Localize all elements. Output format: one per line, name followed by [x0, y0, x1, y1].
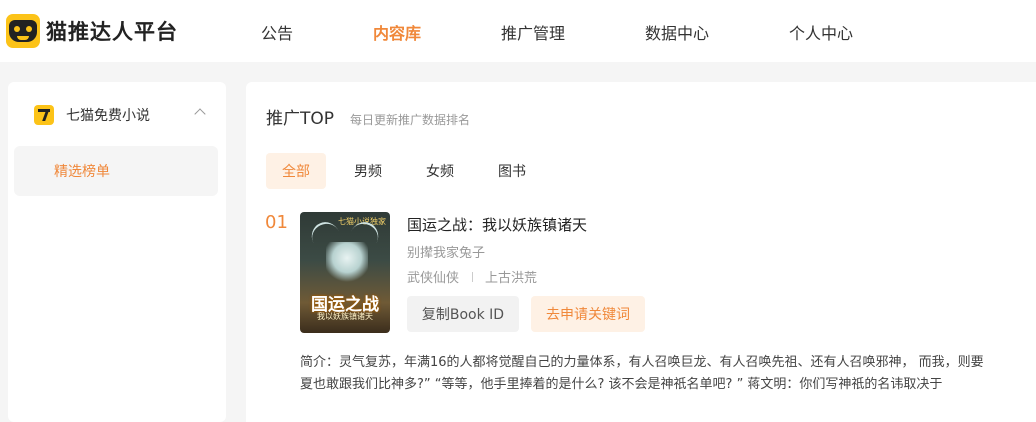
section-header: 推广TOP 每日更新推广数据排名	[266, 104, 470, 129]
category-tabs: 全部 男频 女频 图书	[266, 153, 554, 189]
brand-name: 猫推达人平台	[46, 20, 178, 44]
nav-announcements[interactable]: 公告	[261, 20, 293, 44]
cover-subtitle: 我以妖族镇诸天	[317, 312, 373, 321]
tab-female[interactable]: 女频	[410, 153, 470, 189]
nav-personal-center[interactable]: 个人中心	[789, 20, 853, 44]
sidebar-group-label: 七猫免费小说	[66, 108, 150, 124]
cat-logo-icon	[6, 14, 40, 48]
intro-line: 夏也敢跟我们比神多?” “等等，他手里捧着的是什么? 该不会是神祇名单吧? ” …	[300, 377, 943, 392]
sidebar-item-featured-list[interactable]: 精选榜单	[14, 146, 218, 196]
tag-divider	[472, 271, 474, 282]
main-panel: 推广TOP 每日更新推广数据排名 全部 男频 女频 图书 01 七猫小说独家 国…	[246, 82, 1036, 422]
book-author: 别撵我家兔子	[407, 246, 486, 261]
top-bar: 猫推达人平台 公告 内容库 推广管理 数据中心 个人中心	[0, 0, 1036, 62]
tab-male[interactable]: 男频	[338, 153, 398, 189]
book-intro: 简介：灵气复苏，年满16的人都将觉醒自己的力量体系，有人召唤巨龙、有人召唤先祖、…	[300, 352, 1036, 396]
intro-line: 简介：灵气复苏，年满16的人都将觉醒自己的力量体系，有人召唤巨龙、有人召唤先祖、…	[300, 355, 984, 370]
book-title[interactable]: 国运之战：我以妖族镇诸天	[407, 214, 587, 235]
chevron-up-icon[interactable]	[194, 108, 206, 120]
rank-number: 01	[265, 212, 288, 233]
sidebar-group-qimao[interactable]: 七猫免费小说	[8, 98, 226, 132]
page-title: 推广TOP	[266, 109, 335, 129]
copy-book-id-button[interactable]: 复制Book ID	[407, 296, 519, 332]
book-tags: 武侠仙侠 上古洪荒	[407, 267, 537, 286]
nav-promotion-management[interactable]: 推广管理	[501, 20, 565, 44]
apply-keyword-button[interactable]: 去申请关键词	[531, 296, 645, 332]
book-cover[interactable]: 七猫小说独家 国运之战 我以妖族镇诸天	[300, 212, 390, 333]
sidebar-item-label: 精选榜单	[54, 164, 110, 180]
page-subtitle: 每日更新推广数据排名	[350, 113, 471, 127]
brand-logo[interactable]: 猫推达人平台	[6, 14, 178, 48]
nav-data-center[interactable]: 数据中心	[645, 20, 709, 44]
sidebar: 七猫免费小说 精选榜单	[8, 82, 226, 422]
book-tag: 上古洪荒	[485, 271, 538, 286]
tab-books[interactable]: 图书	[482, 153, 542, 189]
book-tag: 武侠仙侠	[407, 271, 460, 286]
nav-content-library[interactable]: 内容库	[373, 20, 421, 44]
tab-all[interactable]: 全部	[266, 153, 326, 189]
qimao-icon	[34, 105, 54, 125]
